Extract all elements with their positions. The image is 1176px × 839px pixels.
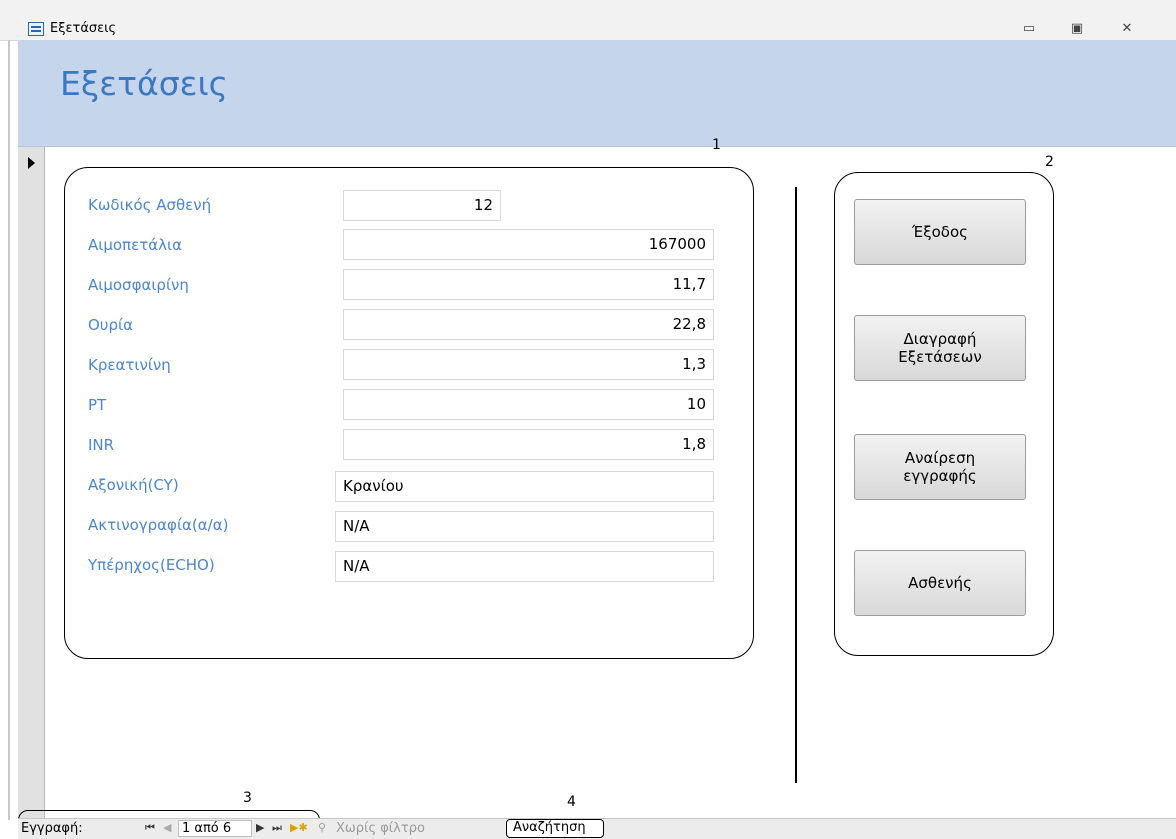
hemoglobin-label: Αιμοσφαιρίνη — [88, 276, 189, 294]
maximize-icon[interactable]: ▣ — [1068, 22, 1086, 36]
ct-field[interactable]: Κρανίου — [335, 471, 714, 502]
echo-field[interactable]: N/A — [335, 551, 714, 582]
window-title: Εξετάσεις — [50, 21, 117, 36]
undo-record-label-line2: εγγραφής — [903, 467, 977, 485]
minimize-icon[interactable]: ▭ — [1020, 22, 1038, 36]
previous-record-icon[interactable]: ◀ — [163, 821, 171, 834]
delete-exams-button[interactable]: Διαγραφή Εξετάσεων — [854, 315, 1026, 381]
patient-button[interactable]: Ασθενής — [854, 550, 1026, 616]
window-frame — [8, 40, 10, 820]
no-filter-label[interactable]: Χωρίς φίλτρο — [336, 821, 425, 836]
creatinine-label: Κρεατινίνη — [88, 356, 171, 374]
xray-label: Ακτινογραφία(α/α) — [88, 516, 229, 534]
exit-button[interactable]: Έξοδος — [854, 199, 1026, 265]
form-icon — [28, 22, 44, 36]
ct-label: Αξονική(CY) — [88, 476, 179, 494]
record-label: Εγγραφή: — [21, 821, 83, 836]
pt-label: PT — [88, 396, 107, 414]
window-titlebar: Εξετάσεις ▭ ▣ ✕ — [0, 0, 1176, 41]
urea-field[interactable]: 22,8 — [343, 309, 714, 340]
pt-field[interactable]: 10 — [343, 389, 714, 420]
inr-label: INR — [88, 436, 115, 454]
undo-record-button[interactable]: Αναίρεση εγγραφής — [854, 434, 1026, 500]
search-input[interactable]: Αναζήτηση — [506, 819, 604, 838]
hemoglobin-field[interactable]: 11,7 — [343, 269, 714, 300]
patient-code-label: Κωδικός Ασθενή — [88, 196, 212, 214]
callout-3: 3 — [243, 790, 252, 806]
xray-field[interactable]: N/A — [335, 511, 714, 542]
close-icon[interactable]: ✕ — [1118, 22, 1136, 36]
record-navigation-bar: Εγγραφή: ⏮ ◀ 1 από 6 ▶ ⏭ ▶✱ ⚲ Χωρίς φίλτ… — [18, 818, 1176, 839]
next-record-icon[interactable]: ▶ — [256, 821, 264, 834]
inr-field[interactable]: 1,8 — [343, 429, 714, 460]
patient-button-label: Ασθενής — [908, 574, 972, 592]
delete-exams-label-line2: Εξετάσεων — [898, 348, 982, 366]
echo-label: Υπέρηχος(ECHO) — [88, 556, 215, 574]
new-record-icon[interactable]: ▶✱ — [290, 821, 308, 834]
platelets-field[interactable]: 167000 — [343, 229, 714, 260]
page-title: Εξετάσεις — [60, 64, 228, 103]
last-record-icon[interactable]: ⏭ — [272, 821, 282, 835]
callout-4: 4 — [567, 794, 576, 810]
first-record-icon[interactable]: ⏮ — [145, 821, 155, 835]
callout-2: 2 — [1045, 154, 1054, 170]
current-record-arrow-icon — [28, 157, 35, 169]
callout-1: 1 — [712, 137, 721, 153]
record-selector[interactable] — [18, 147, 45, 818]
patient-code-field[interactable]: 12 — [343, 190, 501, 221]
undo-record-label-line1: Αναίρεση — [904, 449, 976, 467]
exit-button-label: Έξοδος — [912, 223, 968, 241]
urea-label: Ουρία — [88, 316, 133, 334]
record-counter[interactable]: 1 από 6 — [178, 820, 252, 837]
platelets-label: Αιμοπετάλια — [88, 236, 182, 254]
delete-exams-label-line1: Διαγραφή — [903, 330, 977, 348]
form-header: Εξετάσεις — [18, 40, 1176, 147]
creatinine-field[interactable]: 1,3 — [343, 349, 714, 380]
filter-icon: ⚲ — [318, 821, 327, 834]
divider-line — [795, 187, 797, 783]
